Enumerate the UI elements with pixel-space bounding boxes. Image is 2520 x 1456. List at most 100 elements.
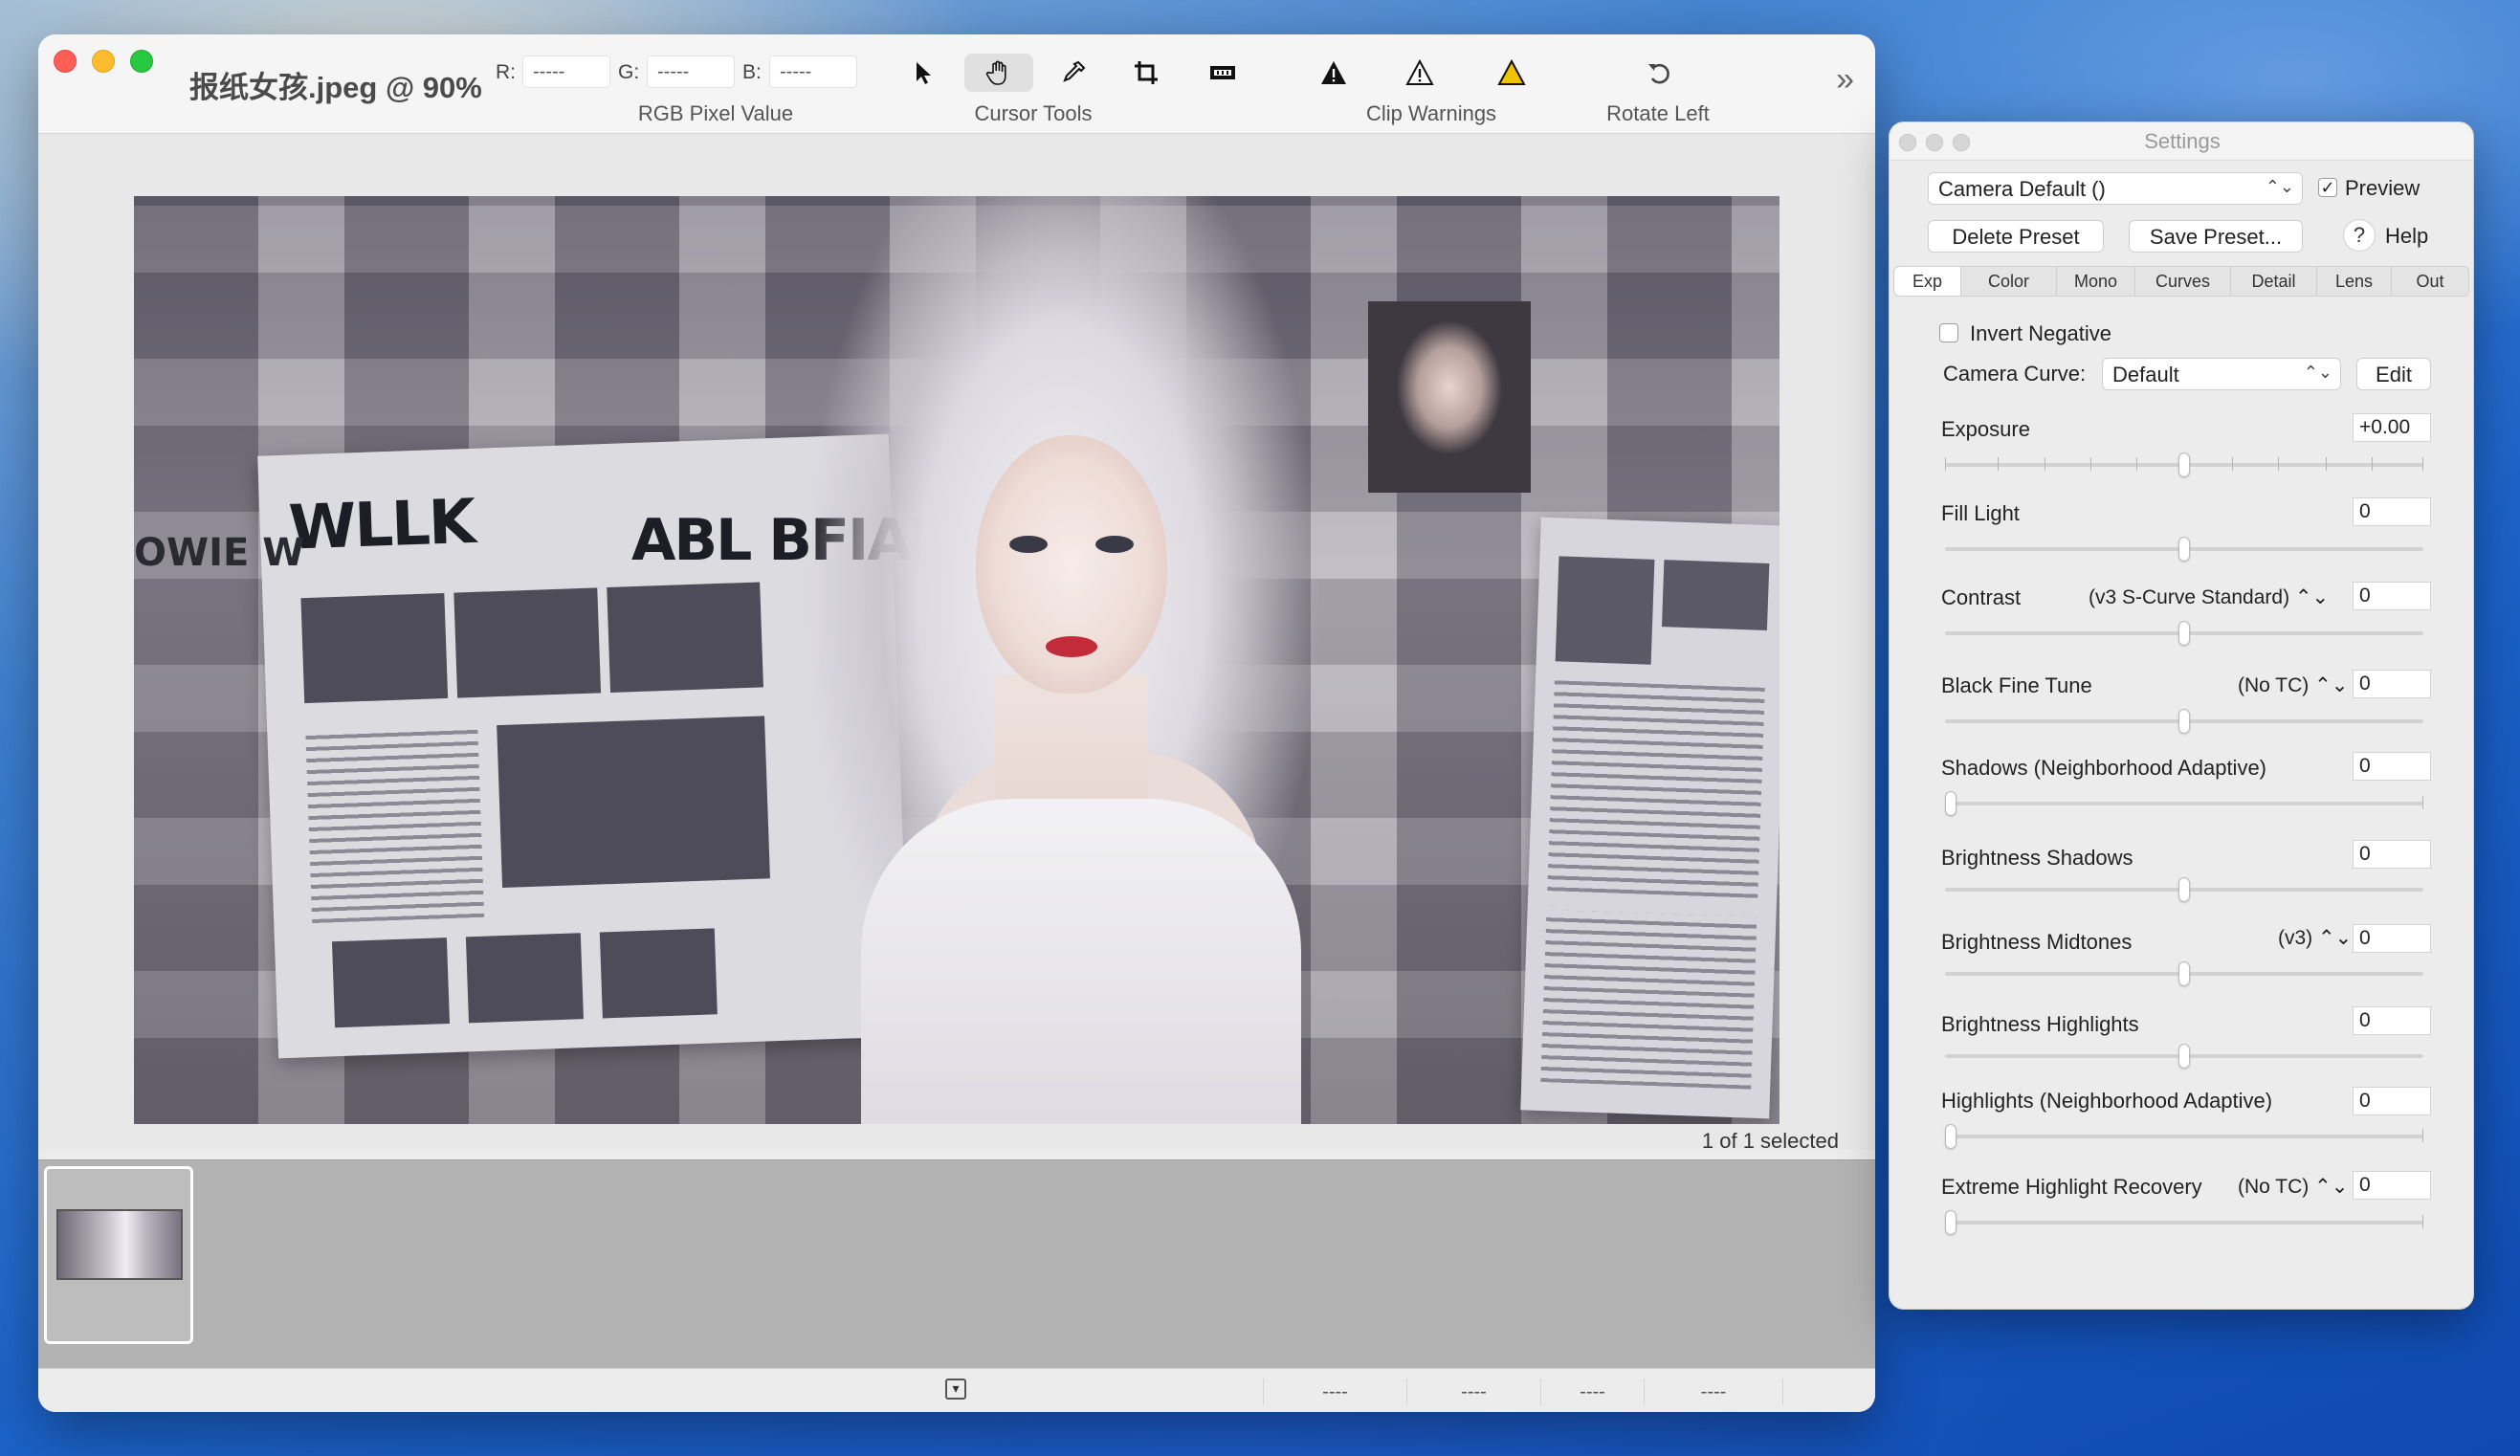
exposure-value-field[interactable]: +0.00 bbox=[2353, 413, 2431, 442]
shadows-na-label: Shadows (Neighborhood Adaptive) bbox=[1941, 756, 2267, 780]
status-cell-2: ---- bbox=[1406, 1379, 1540, 1405]
photo-newspaper-right bbox=[1520, 517, 1779, 1119]
cursor-tools-caption: Cursor Tools bbox=[974, 101, 1093, 125]
hand-tool-button[interactable] bbox=[964, 54, 1033, 92]
delete-preset-button[interactable]: Delete Preset bbox=[1928, 220, 2104, 253]
photo-newspaper-column bbox=[1540, 910, 1757, 1090]
photo-preview[interactable]: WLLK ABL BFIAET OWIE W bbox=[134, 196, 1779, 1124]
fill-light-value-field[interactable]: 0 bbox=[2353, 497, 2431, 526]
toggle-filmstrip-icon[interactable]: ▾ bbox=[945, 1379, 966, 1400]
tab-color[interactable]: Color bbox=[1961, 267, 2057, 296]
shadows-na-slider-thumb[interactable] bbox=[1945, 791, 1956, 816]
brightness-midtones-slider[interactable] bbox=[1945, 961, 2423, 986]
tab-mono[interactable]: Mono bbox=[2057, 267, 2135, 296]
brightness-shadows-slider[interactable] bbox=[1945, 877, 2423, 902]
tab-lens[interactable]: Lens bbox=[2317, 267, 2392, 296]
fill-light-label: Fill Light bbox=[1941, 501, 2020, 525]
yellow-clip-warning-icon bbox=[1497, 58, 1526, 85]
photo-subject-lips bbox=[1046, 636, 1097, 657]
film-frame-tool-button[interactable] bbox=[1196, 54, 1249, 92]
contrast-mode-select[interactable]: (v3 S-Curve Standard) ⌃⌄ bbox=[2089, 585, 2329, 609]
eyedropper-icon bbox=[1063, 60, 1086, 82]
arrow-tool-button[interactable] bbox=[895, 54, 949, 92]
highlights-na-slider-thumb[interactable] bbox=[1945, 1124, 1956, 1149]
brightness-shadows-value-field[interactable]: 0 bbox=[2353, 840, 2431, 869]
extreme-highlight-recovery-value-field[interactable]: 0 bbox=[2353, 1171, 2431, 1200]
toolbar-overflow-button[interactable]: » bbox=[1836, 61, 1854, 99]
black-fine-tune-slider-thumb[interactable] bbox=[2178, 709, 2190, 734]
slider-tick bbox=[2422, 1129, 2423, 1142]
extreme-highlight-recovery-slider-thumb[interactable] bbox=[1945, 1210, 1956, 1235]
selection-status: 1 of 1 selected bbox=[1701, 1129, 1839, 1153]
preset-select[interactable]: Camera Default () ⌃⌄ bbox=[1928, 172, 2303, 205]
camera-curve-edit-button[interactable]: Edit bbox=[2356, 358, 2431, 390]
tab-exp[interactable]: Exp bbox=[1894, 267, 1961, 296]
status-bar: ▾ ---- ---- ---- ---- bbox=[38, 1368, 1875, 1412]
slider-tick bbox=[2372, 457, 2373, 471]
highlights-na-slider[interactable] bbox=[1945, 1124, 2423, 1149]
yellow-clip-warning-button[interactable] bbox=[1485, 54, 1538, 92]
shadows-na-slider[interactable] bbox=[1945, 791, 2423, 816]
contrast-slider[interactable] bbox=[1945, 621, 2423, 646]
brightness-highlights-slider-thumb[interactable] bbox=[2178, 1044, 2190, 1069]
shadows-na-value-field[interactable]: 0 bbox=[2353, 752, 2431, 781]
black-fine-tune-value-field[interactable]: 0 bbox=[2353, 670, 2431, 698]
zoom-window-button[interactable] bbox=[130, 50, 153, 73]
highlight-clip-warning-button[interactable] bbox=[1393, 54, 1447, 92]
shadow-clip-warning-icon bbox=[1321, 61, 1346, 84]
exposure-slider-thumb[interactable] bbox=[2178, 452, 2190, 477]
shadow-clip-warning-button[interactable] bbox=[1307, 54, 1360, 92]
rgb-pixel-value-caption: RGB Pixel Value bbox=[637, 101, 794, 125]
brightness-midtones-mode-select[interactable]: (v3) ⌃⌄ bbox=[2278, 926, 2352, 950]
extreme-highlight-recovery-mode-select[interactable]: (No TC) ⌃⌄ bbox=[2238, 1175, 2348, 1199]
black-fine-tune-slider[interactable] bbox=[1945, 709, 2423, 734]
arrow-pointer-icon bbox=[917, 62, 931, 84]
rotate-left-icon bbox=[1648, 63, 1669, 84]
help-label[interactable]: Help bbox=[2385, 224, 2428, 249]
image-canvas[interactable]: WLLK ABL BFIAET OWIE W bbox=[38, 134, 1875, 1150]
invert-negative-checkbox[interactable] bbox=[1939, 323, 1958, 342]
close-window-button[interactable] bbox=[54, 50, 77, 73]
slider-tick bbox=[1945, 457, 1946, 471]
brightness-highlights-value-field[interactable]: 0 bbox=[2353, 1006, 2431, 1035]
fill-light-slider[interactable] bbox=[1945, 537, 2423, 562]
save-preset-button[interactable]: Save Preset... bbox=[2129, 220, 2303, 253]
rotate-left-button[interactable] bbox=[1632, 54, 1686, 92]
crop-tool-button[interactable] bbox=[1119, 54, 1173, 92]
eyedropper-tool-button[interactable] bbox=[1047, 54, 1100, 92]
photo-headline-left: WLLK bbox=[287, 486, 475, 564]
tab-out[interactable]: Out bbox=[2392, 267, 2468, 296]
photo-newspaper-picture bbox=[465, 933, 584, 1024]
photo-newspaper-picture bbox=[331, 938, 451, 1028]
tab-detail[interactable]: Detail bbox=[2231, 267, 2317, 296]
highlight-clip-warning-icon bbox=[1405, 58, 1434, 85]
help-icon[interactable]: ? bbox=[2343, 219, 2376, 252]
photo-headline-edge: OWIE W bbox=[134, 531, 305, 575]
clip-warnings-caption: Clip Warnings bbox=[1365, 101, 1497, 125]
camera-curve-select[interactable]: Default ⌃⌄ bbox=[2102, 358, 2341, 390]
contrast-value-field[interactable]: 0 bbox=[2353, 582, 2431, 610]
brightness-midtones-value-field[interactable]: 0 bbox=[2353, 924, 2431, 953]
photo-newspaper-picture bbox=[453, 587, 602, 698]
extreme-highlight-recovery-slider[interactable] bbox=[1945, 1210, 2423, 1235]
highlights-na-value-field[interactable]: 0 bbox=[2353, 1087, 2431, 1115]
brightness-shadows-slider-thumb[interactable] bbox=[2178, 877, 2190, 902]
rotate-left-caption: Rotate Left bbox=[1606, 101, 1710, 125]
slider-tick bbox=[2326, 457, 2327, 471]
minimize-window-button[interactable] bbox=[92, 50, 115, 73]
slider-tick bbox=[2278, 457, 2279, 471]
slider-tick bbox=[2232, 457, 2233, 471]
fill-light-slider-thumb[interactable] bbox=[2178, 537, 2190, 562]
camera-curve-label: Camera Curve: bbox=[1943, 362, 2087, 386]
tab-curves[interactable]: Curves bbox=[2135, 267, 2231, 296]
brightness-highlights-slider[interactable] bbox=[1945, 1044, 2423, 1069]
contrast-slider-thumb[interactable] bbox=[2178, 621, 2190, 646]
photo-newspaper-picture bbox=[1661, 560, 1770, 630]
preview-checkbox[interactable]: ✓ bbox=[2318, 178, 2337, 197]
exposure-slider[interactable] bbox=[1945, 452, 2423, 477]
black-fine-tune-mode-select[interactable]: (No TC) ⌃⌄ bbox=[2238, 673, 2348, 697]
brightness-midtones-slider-thumb[interactable] bbox=[2178, 961, 2190, 986]
filmstrip-thumbnail[interactable] bbox=[44, 1166, 193, 1344]
highlights-na-label: Highlights (Neighborhood Adaptive) bbox=[1941, 1089, 2273, 1113]
photo-newspaper-column bbox=[305, 725, 485, 924]
